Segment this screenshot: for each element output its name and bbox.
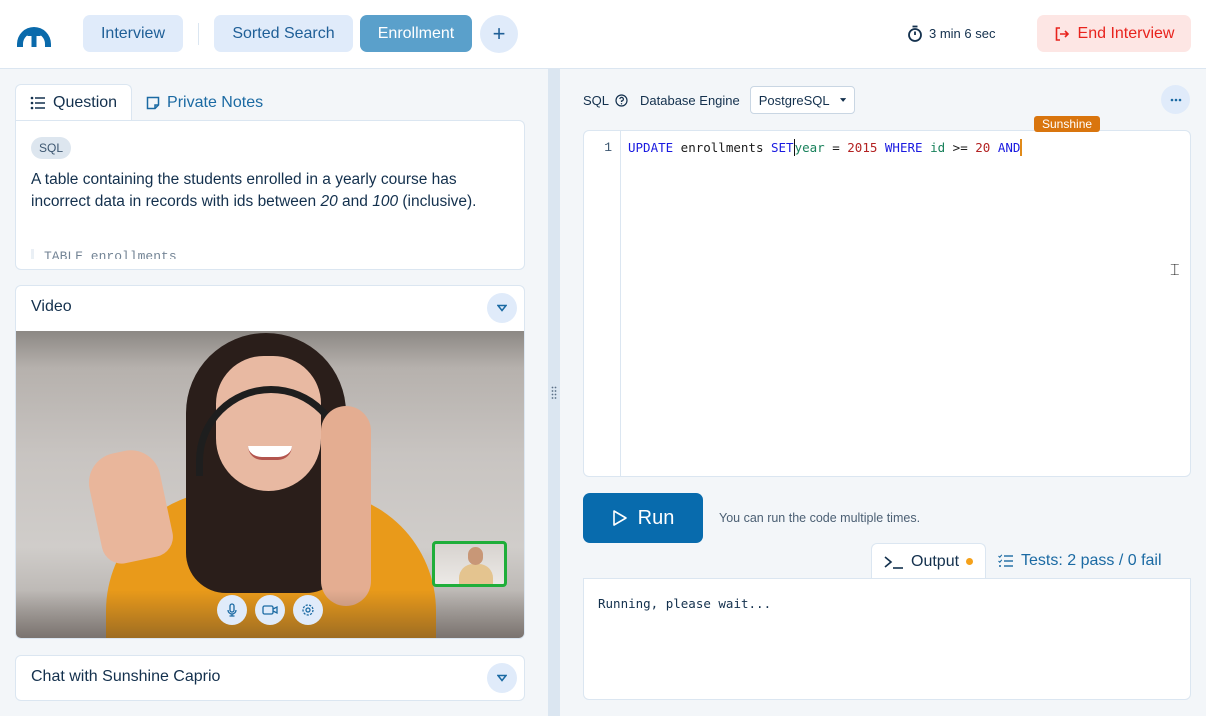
end-interview-button[interactable]: End Interview — [1037, 15, 1191, 52]
add-tab-button[interactable]: + — [480, 15, 518, 53]
pending-indicator — [966, 558, 974, 565]
output-tabs: Output Tests: 2 pass / 0 fail — [871, 543, 1174, 579]
settings-icon — [302, 604, 314, 616]
checklist-icon — [998, 554, 1014, 567]
camera-icon — [262, 605, 278, 615]
token-number: 20 — [975, 140, 991, 155]
play-icon — [612, 510, 627, 526]
run-button[interactable]: Run — [583, 493, 703, 543]
token-keyword: AND — [997, 140, 1021, 155]
stopwatch-icon — [908, 25, 922, 42]
microphone-icon — [227, 603, 237, 617]
output-console: Running, please wait... — [583, 578, 1191, 700]
database-engine-value: PostgreSQL — [758, 92, 830, 108]
tab-question[interactable]: Question — [15, 84, 133, 121]
chat-title: Chat with Sunshine Caprio — [31, 668, 221, 685]
question-tabs: Question Private Notes — [15, 84, 277, 121]
video-settings-button[interactable] — [293, 595, 323, 625]
token-keyword: UPDATE — [628, 140, 674, 155]
exit-icon — [1055, 26, 1069, 41]
editor-toolbar: SQL Database Engine PostgreSQL — [583, 86, 855, 114]
question-text-end: (inclusive). — [398, 193, 477, 210]
output-text: Running, please wait... — [598, 596, 772, 611]
pip-person-head — [468, 547, 483, 565]
tab-output-label: Output — [911, 552, 960, 570]
run-label: Run — [637, 506, 675, 529]
logo-icon[interactable] — [14, 20, 54, 48]
caret-down-icon — [839, 98, 846, 102]
ellipsis-icon — [1170, 98, 1181, 101]
token-column: id — [930, 140, 946, 155]
token-table: enrollments — [673, 140, 771, 155]
chevron-down-icon — [497, 674, 507, 682]
token-operator: >= — [945, 140, 976, 155]
end-interview-label: End Interview — [1077, 24, 1175, 42]
terminal-icon — [884, 555, 903, 569]
plus-icon: + — [492, 21, 506, 46]
more-options-button[interactable] — [1161, 85, 1190, 114]
database-engine-label: Database Engine — [640, 92, 740, 108]
id-low: 20 — [320, 193, 338, 210]
id-high: 100 — [372, 193, 399, 210]
tab-sorted-search[interactable]: Sorted Search — [214, 15, 353, 52]
list-icon — [30, 96, 45, 110]
run-hint: You can run the code multiple times. — [719, 511, 921, 525]
language-badge: SQL — [31, 137, 72, 159]
video-arm — [321, 406, 371, 606]
self-video-preview[interactable] — [432, 541, 507, 587]
help-icon[interactable] — [615, 93, 628, 107]
video-panel: Video — [15, 285, 525, 639]
token-column: year — [794, 140, 825, 155]
token-operator: = — [824, 140, 848, 155]
video-title: Video — [31, 298, 72, 315]
token-keyword: WHERE — [884, 140, 923, 155]
token-number: 2015 — [847, 140, 878, 155]
tab-question-label: Question — [53, 94, 118, 111]
drag-handle-icon — [551, 386, 557, 399]
tab-interview[interactable]: Interview — [83, 15, 183, 52]
code-line[interactable]: UPDATE enrollments SETyear = 2015 WHERE … — [628, 139, 1023, 156]
tab-private-notes-label: Private Notes — [167, 93, 264, 111]
token-keyword: SET — [771, 140, 794, 155]
language-label: SQL — [583, 92, 610, 108]
tab-divider — [198, 23, 199, 45]
chat-expand-button[interactable] — [487, 663, 517, 693]
database-engine-select[interactable]: PostgreSQL — [749, 86, 855, 114]
code-editor[interactable]: 1 UPDATE enrollments SETyear = 2015 WHER… — [583, 116, 1191, 477]
tab-tests-label: Tests: 2 pass / 0 fail — [1021, 552, 1162, 569]
question-content: SQL A table containing the students enro… — [15, 120, 525, 270]
interview-timer: 3 min 6 sec — [907, 25, 995, 42]
top-bar: Interview Sorted Search Enrollment + 3 m… — [0, 0, 1206, 69]
line-number-gutter: 1 — [584, 131, 621, 476]
text-cursor-icon: ⌶ — [1170, 262, 1180, 279]
remote-user-tag: Sunshine — [1034, 116, 1101, 132]
tab-enrollment[interactable]: Enrollment — [360, 15, 472, 52]
question-text-and: and — [337, 193, 373, 210]
tab-private-notes[interactable]: Private Notes — [132, 84, 277, 121]
remote-video-feed — [16, 331, 524, 638]
timer-text: 3 min 6 sec — [929, 26, 996, 41]
microphone-button[interactable] — [217, 595, 247, 625]
chat-panel[interactable]: Chat with Sunshine Caprio — [15, 655, 525, 701]
note-icon — [146, 96, 160, 109]
video-waving-hand — [83, 444, 177, 568]
pip-person-body — [459, 564, 493, 584]
tab-output[interactable]: Output — [871, 543, 987, 579]
remote-cursor — [1020, 139, 1023, 156]
camera-button[interactable] — [255, 595, 285, 625]
tab-tests[interactable]: Tests: 2 pass / 0 fail — [986, 543, 1174, 579]
video-collapse-button[interactable] — [487, 293, 517, 323]
chevron-down-icon — [497, 304, 507, 312]
panel-resize-handle[interactable] — [548, 69, 560, 716]
truncated-table-def: TABLE enrollments — [31, 249, 177, 259]
line-number: 1 — [604, 140, 612, 155]
question-text: A table containing the students enrolled… — [31, 169, 511, 213]
